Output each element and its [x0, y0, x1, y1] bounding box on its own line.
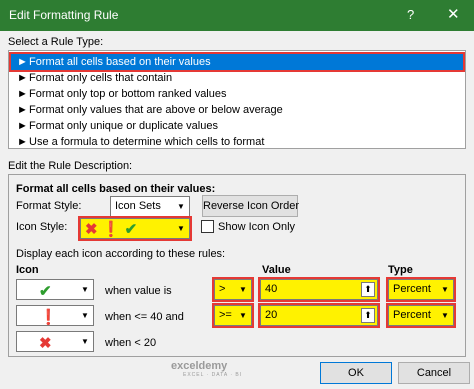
value-input-1[interactable]: 40 ⬆ [258, 277, 380, 302]
title-bar: Edit Formatting Rule ? ✕ [0, 0, 474, 31]
operator-select-1[interactable]: > ▼ [212, 277, 254, 302]
cell-reference-icon[interactable]: ⬆ [361, 282, 375, 297]
description-heading: Edit the Rule Description: [8, 160, 133, 172]
chevron-down-icon[interactable]: ▼ [173, 197, 189, 216]
format-style-label: Format Style: [16, 200, 82, 212]
value-input-2[interactable]: 20 ⬆ [258, 303, 380, 328]
cell-reference-icon[interactable]: ⬆ [361, 308, 375, 323]
arrow-right-icon: ► [17, 104, 28, 116]
rule-condition-text: when value is [105, 285, 172, 297]
chevron-down-icon[interactable]: ▼ [437, 280, 453, 299]
check-icon: ✔ [124, 221, 138, 238]
icon-select-1[interactable]: ✔ ▼ [16, 279, 94, 300]
check-icon: ✔ [39, 283, 52, 300]
arrow-right-icon: ► [17, 88, 28, 100]
arrow-right-icon: ► [17, 72, 28, 84]
type-column-header: Type [388, 264, 413, 276]
rule-type-item[interactable]: ►Format only unique or duplicate values [11, 118, 463, 134]
format-style-select[interactable]: Icon Sets ▼ [110, 196, 190, 217]
rule-condition-text: when <= 40 and [105, 311, 184, 323]
chevron-down-icon[interactable]: ▼ [173, 219, 189, 238]
close-button[interactable]: ✕ [447, 5, 460, 23]
exclamation-icon: ❗ [101, 221, 121, 238]
chevron-down-icon[interactable]: ▼ [235, 306, 251, 325]
arrow-right-icon: ► [17, 56, 28, 68]
chevron-down-icon[interactable]: ▼ [77, 332, 93, 351]
rule-type-list: ►Format all cells based on their values … [8, 50, 466, 149]
reverse-icon-order-button[interactable]: Reverse Icon Order [202, 195, 299, 217]
rule-type-item[interactable]: ►Format only top or bottom ranked values [11, 86, 463, 102]
rule-type-item[interactable]: ►Format only values that are above or be… [11, 102, 463, 118]
type-select-1[interactable]: Percent ▼ [386, 277, 456, 302]
show-icon-only-checkbox[interactable] [201, 220, 214, 233]
watermark-logo: exceldemy EXCEL · DATA · BI [171, 360, 243, 378]
description-subheading: Format all cells based on their values: [16, 183, 216, 195]
chevron-down-icon[interactable]: ▼ [77, 280, 93, 299]
icon-style-select[interactable]: ✖ ❗ ✔ ▼ [78, 216, 192, 241]
arrow-right-icon: ► [17, 120, 28, 132]
rule-condition-text: when < 20 [105, 337, 157, 349]
show-icon-only-label: Show Icon Only [218, 221, 296, 233]
cross-icon: ✖ [39, 335, 52, 352]
icon-select-3[interactable]: ✖ ▼ [16, 331, 94, 352]
cross-icon: ✖ [85, 221, 98, 238]
exclamation-icon: ❗ [39, 309, 58, 326]
arrow-right-icon: ► [17, 136, 28, 148]
chevron-down-icon[interactable]: ▼ [77, 306, 93, 325]
rule-type-item[interactable]: ►Use a formula to determine which cells … [11, 134, 463, 150]
icon-style-label: Icon Style: [16, 221, 68, 233]
value-column-header: Value [262, 264, 291, 276]
icon-select-2[interactable]: ❗ ▼ [16, 305, 94, 326]
type-select-2[interactable]: Percent ▼ [386, 303, 456, 328]
help-button[interactable]: ? [407, 7, 414, 22]
icon-column-header: Icon [16, 264, 39, 276]
rule-type-item[interactable]: ►Format only cells that contain [11, 70, 463, 86]
rule-type-item[interactable]: ►Format all cells based on their values [9, 52, 465, 72]
window-title: Edit Formatting Rule [9, 8, 119, 22]
ok-button[interactable]: OK [320, 362, 392, 384]
chevron-down-icon[interactable]: ▼ [235, 280, 251, 299]
operator-select-2[interactable]: >= ▼ [212, 303, 254, 328]
display-rules-label: Display each icon according to these rul… [16, 248, 226, 260]
cancel-button[interactable]: Cancel [398, 362, 470, 384]
chevron-down-icon[interactable]: ▼ [437, 306, 453, 325]
rule-type-heading: Select a Rule Type: [8, 36, 104, 48]
